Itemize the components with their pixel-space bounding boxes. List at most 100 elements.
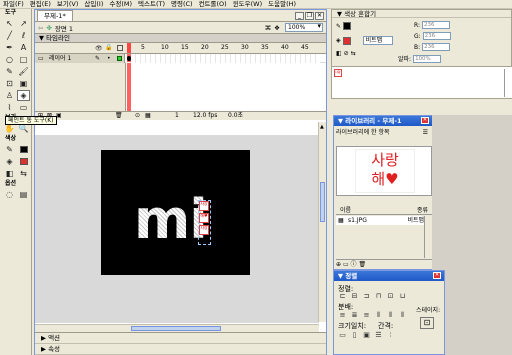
text-icon[interactable]: A [17, 42, 30, 53]
lock-fill-icon[interactable]: ▤ [17, 189, 30, 200]
close-icon[interactable]: ✕ [421, 117, 429, 124]
properties-panel-header[interactable]: ▶ 속성 [35, 344, 326, 355]
delete-layer-icon[interactable]: 🗑 [115, 112, 123, 120]
minimize-icon[interactable]: _ [295, 11, 304, 20]
scene-label[interactable]: 장면 1 [55, 23, 73, 33]
match-height-icon[interactable]: ▯ [350, 331, 359, 339]
playhead-marker[interactable] [127, 43, 131, 53]
free-transform-icon[interactable]: ⊡ [3, 78, 16, 89]
delete-icon[interactable]: 🗑 [358, 261, 366, 268]
ink-bottle-icon[interactable]: ♙ [3, 90, 16, 101]
back-arrow-icon[interactable]: ⇦ [38, 24, 43, 32]
edit-symbol-icon[interactable]: ❖ [274, 24, 280, 32]
new-symbol-icon[interactable]: ⊕ [336, 261, 341, 268]
fill-color-icon[interactable]: ◈ [3, 156, 16, 167]
fill-type-select[interactable]: 비트맵 [362, 36, 393, 45]
new-folder-icon[interactable]: ▭ [343, 261, 349, 268]
black-white-icon[interactable]: ◧ [336, 50, 342, 57]
stroke-swatch-mixer[interactable] [343, 22, 352, 30]
column-type[interactable]: 종류 [417, 206, 428, 215]
distribute-left-icon[interactable]: ⦀ [374, 311, 383, 319]
line-icon[interactable]: ╱ [3, 30, 16, 41]
menu-help[interactable]: 도움말(H) [265, 0, 299, 8]
close-icon[interactable]: ✕ [433, 272, 441, 279]
space-vertical-icon[interactable]: ☰ [374, 331, 383, 339]
menu-commands[interactable]: 명령(C) [168, 0, 196, 8]
distribute-right-icon[interactable]: ⦀ [398, 311, 407, 319]
bitmap-swatch-area[interactable]: 사랑 [332, 66, 512, 98]
vertical-scroll-thumb[interactable] [320, 182, 325, 222]
stage-text[interactable]: mi [134, 193, 208, 247]
edit-scene-icon[interactable]: ⌘ [265, 24, 272, 32]
subselect-icon[interactable]: ↗ [17, 18, 30, 29]
horizontal-scroll-thumb[interactable] [131, 326, 221, 331]
eyedropper-icon[interactable]: ⌇ [3, 102, 16, 113]
stroke-swatch[interactable] [17, 144, 30, 155]
distribute-bottom-icon[interactable]: ≡ [362, 311, 371, 319]
pencil-icon[interactable]: ✎ [3, 66, 16, 77]
menu-modify[interactable]: 수정(M) [106, 0, 135, 8]
color-mixer-header[interactable]: ▼ 색상 혼합기 [332, 10, 511, 18]
eraser-icon[interactable]: ▭ [17, 102, 30, 113]
align-left-icon[interactable]: ⊏ [338, 292, 347, 300]
blue-input[interactable]: 236 [422, 43, 451, 51]
timeline-header[interactable]: ▼ 타임라인 [35, 34, 326, 43]
paint-bucket-icon[interactable]: ◈ [17, 90, 30, 101]
alpha-input[interactable]: 100% [413, 54, 442, 63]
menu-control[interactable]: 컨트롤(O) [196, 0, 230, 8]
layer-name[interactable]: ▭ 레이어 1 ✎ • [35, 54, 125, 63]
distribute-top-icon[interactable]: ≡ [338, 311, 347, 319]
green-input[interactable]: 236 [422, 32, 451, 40]
insert-folder-icon[interactable]: ▣ [56, 112, 62, 120]
menu-view[interactable]: 보기(V) [54, 0, 81, 8]
align-hcenter-icon[interactable]: ⊟ [350, 292, 359, 300]
lasso-icon[interactable]: ℓ [17, 30, 30, 41]
red-input[interactable]: 236 [422, 21, 451, 29]
outline-icon[interactable] [117, 45, 123, 51]
fill-swatch[interactable] [17, 156, 30, 167]
close-icon[interactable]: ✕ [315, 11, 324, 20]
menu-text[interactable]: 텍스트(T) [135, 0, 168, 8]
bitmap-swatch[interactable]: 사랑 [334, 69, 342, 77]
stage-thumbnails[interactable]: 사랑 해♥ 사랑 [199, 201, 211, 237]
arrow-icon[interactable]: ↖ [3, 18, 16, 29]
restore-icon[interactable]: ❐ [305, 11, 314, 20]
match-both-icon[interactable]: ▣ [362, 331, 371, 339]
to-stage-button[interactable]: ⊡ [420, 317, 434, 329]
align-top-icon[interactable]: ⊓ [374, 292, 383, 300]
stroke-color-icon[interactable]: ✎ [3, 144, 16, 155]
brush-icon[interactable]: 🖌 [17, 66, 30, 77]
align-titlebar[interactable]: ▼ 정렬 ✕ [334, 271, 444, 281]
document-tab[interactable]: 무제-1* [37, 10, 73, 21]
black-white-icon[interactable]: ◧ [3, 168, 16, 179]
menu-window[interactable]: 윈도우(W) [230, 0, 265, 8]
align-vcenter-icon[interactable]: ⊡ [386, 292, 395, 300]
horizontal-scrollbar[interactable] [35, 324, 319, 332]
lock-icon[interactable]: 🔒 [105, 44, 112, 51]
column-name[interactable]: 이름 [340, 207, 351, 214]
center-frame-icon[interactable]: ⊙ [135, 112, 140, 120]
pen-icon[interactable]: ✒ [3, 42, 16, 53]
match-width-icon[interactable]: ▭ [338, 331, 347, 339]
vertical-scrollbar[interactable]: ▲ [318, 122, 326, 322]
distribute-vcenter-icon[interactable]: ≣ [350, 311, 359, 319]
swap-colors-icon[interactable]: ⇆ [17, 168, 30, 179]
library-scrollbar[interactable] [424, 216, 430, 258]
oval-icon[interactable]: ○ [3, 54, 16, 65]
rectangle-icon[interactable]: □ [17, 54, 30, 65]
frame-strip[interactable] [126, 54, 320, 63]
fill-swatch-mixer[interactable] [342, 36, 351, 45]
align-bottom-icon[interactable]: ⊔ [398, 292, 407, 300]
menu-edit[interactable]: 편집(E) [27, 0, 54, 8]
fill-transform-icon[interactable]: ▣ [17, 78, 30, 89]
menu-insert[interactable]: 삽입(I) [81, 0, 106, 8]
zoom-select[interactable]: 100% [285, 23, 323, 32]
no-color-icon[interactable]: ⊘ [344, 50, 349, 57]
library-titlebar[interactable]: ▼ 라이브러리 - 무제-1 ✕ [334, 116, 432, 126]
swatch-scrollbar[interactable] [504, 69, 510, 97]
options-menu-icon[interactable]: ☰ [423, 129, 428, 136]
gap-size-icon[interactable]: ◌ [3, 189, 16, 200]
eye-icon[interactable]: 👁 [95, 45, 103, 52]
properties-icon[interactable]: ⓘ [351, 261, 357, 268]
onion-skin-icon[interactable]: ▦ [145, 112, 151, 120]
